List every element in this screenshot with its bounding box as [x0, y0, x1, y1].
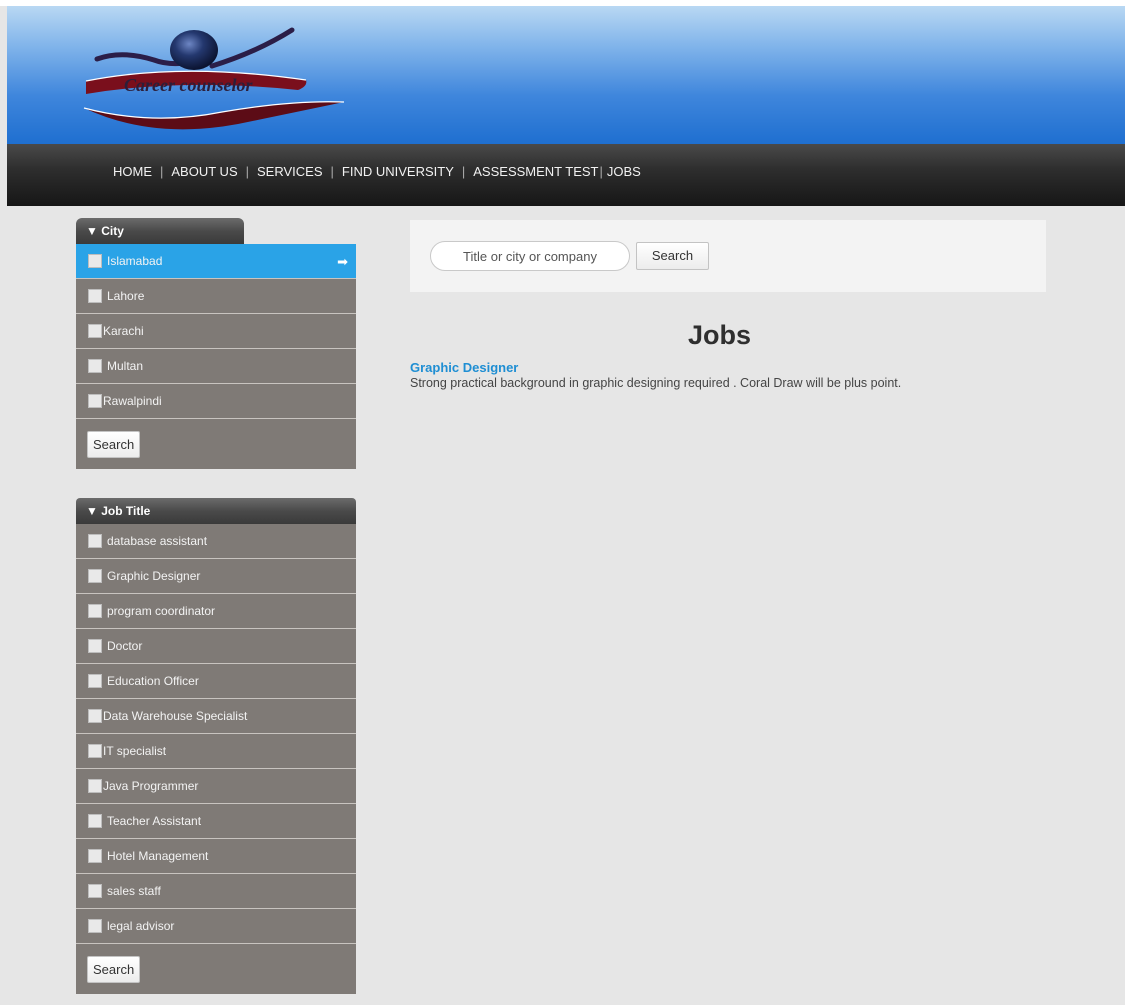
city-item-rawalpindi[interactable]: Rawalpindi [76, 384, 356, 419]
svg-text:Career counselor: Career counselor [124, 75, 254, 95]
checkbox[interactable] [88, 324, 102, 338]
nav-separator: | [461, 164, 466, 179]
job-title-link[interactable]: Graphic Designer [410, 360, 518, 375]
checkbox[interactable] [88, 884, 102, 898]
job-item-java-programmer[interactable]: Java Programmer [76, 769, 356, 804]
nav-item-about-us[interactable]: ABOUT US [171, 164, 237, 180]
page-title: Jobs [688, 320, 752, 350]
city-item-karachi[interactable]: Karachi [76, 314, 356, 349]
site-logo[interactable]: Career counselor [62, 14, 362, 142]
job-item-label: sales staff [107, 884, 161, 898]
job-search-input[interactable] [430, 241, 630, 271]
nav-item-services[interactable]: SERVICES [257, 164, 323, 180]
job-title-filter-header[interactable]: ▼ Job Title [76, 498, 356, 524]
checkbox[interactable] [88, 569, 102, 583]
job-item-label: IT specialist [103, 744, 167, 758]
city-item-label: Islamabad [107, 254, 163, 268]
job-item-legal-advisor[interactable]: legal advisor [76, 909, 356, 944]
job-title-search-button[interactable]: Search [87, 955, 141, 983]
nav-separator: | [245, 164, 249, 179]
site-header: Career counselor [7, 6, 1125, 144]
job-item-doctor[interactable]: Doctor [76, 629, 356, 664]
nav-separator: | [599, 164, 603, 179]
job-description: Strong practical background in graphic d… [410, 376, 902, 390]
city-filter-header[interactable]: ▼ City [76, 218, 244, 244]
job-item-it-specialist[interactable]: IT specialist [76, 734, 356, 769]
job-item-label: Doctor [107, 639, 143, 653]
checkbox[interactable] [88, 779, 102, 793]
job-item-label: Teacher Assistant [107, 814, 202, 828]
checkbox[interactable] [88, 394, 102, 408]
checkbox[interactable] [88, 709, 102, 723]
checkbox[interactable] [88, 674, 102, 688]
checkbox[interactable] [88, 744, 102, 758]
checkbox[interactable] [88, 919, 102, 933]
job-item-graphic-designer[interactable]: Graphic Designer [76, 559, 356, 594]
job-item-label: program coordinator [107, 604, 216, 618]
checkbox[interactable] [88, 254, 102, 268]
job-item-label: Java Programmer [103, 779, 199, 793]
checkbox[interactable] [88, 534, 102, 548]
job-item-label: Education Officer [107, 674, 199, 688]
checkbox[interactable] [88, 289, 102, 303]
nav-separator: | [160, 164, 164, 179]
nav-separator: | [330, 164, 334, 179]
city-item-label: Multan [107, 359, 144, 373]
city-item-lahore[interactable]: Lahore [76, 279, 356, 314]
checkbox[interactable] [88, 639, 102, 653]
checkbox[interactable] [88, 604, 102, 618]
job-item-label: Hotel Management [107, 849, 209, 863]
nav-item-jobs[interactable]: JOBS [607, 164, 641, 180]
job-item-label: legal advisor [107, 919, 175, 933]
city-search-button[interactable]: Search [87, 430, 141, 458]
checkbox[interactable] [88, 359, 102, 373]
city-item-multan[interactable]: Multan [76, 349, 356, 384]
job-item-database-assistant[interactable]: database assistant [76, 524, 356, 559]
city-item-label: Rawalpindi [103, 394, 162, 408]
nav-item-home[interactable]: HOME [113, 164, 152, 180]
job-item-label: database assistant [107, 534, 208, 548]
city-filter-list: Islamabad ➡ Lahore Karachi Multan Rawalp… [76, 244, 356, 469]
arrow-right-icon: ➡ [337, 254, 348, 269]
job-search-panel: Search [410, 220, 1046, 292]
city-item-label: Lahore [107, 289, 145, 303]
main-navigation: HOME | ABOUT US | SERVICES | FIND UNIVER… [7, 144, 1125, 206]
checkbox[interactable] [88, 814, 102, 828]
job-item-program-coordinator[interactable]: program coordinator [76, 594, 356, 629]
city-item-islamabad[interactable]: Islamabad ➡ [76, 244, 356, 279]
nav-item-find-university[interactable]: FIND UNIVERSITY [342, 164, 454, 180]
city-item-label: Karachi [103, 324, 144, 338]
job-item-teacher-assistant[interactable]: Teacher Assistant [76, 804, 356, 839]
job-item-label: Data Warehouse Specialist [103, 709, 248, 723]
job-title-search-row: Search [76, 944, 356, 994]
job-item-hotel-management[interactable]: Hotel Management [76, 839, 356, 874]
job-title-filter-list: database assistant Graphic Designer prog… [76, 524, 356, 994]
job-title-filter: ▼ Job Title database assistant Graphic D… [76, 498, 356, 994]
job-item-label: Graphic Designer [107, 569, 201, 583]
job-item-sales-staff[interactable]: sales staff [76, 874, 356, 909]
job-item-data-warehouse-specialist[interactable]: Data Warehouse Specialist [76, 699, 356, 734]
career-counselor-logo-icon: Career counselor [83, 27, 345, 130]
city-search-row: Search [76, 419, 356, 469]
job-item-education-officer[interactable]: Education Officer [76, 664, 356, 699]
nav-item-assessment-test[interactable]: ASSESSMENT TEST [473, 164, 598, 180]
checkbox[interactable] [88, 849, 102, 863]
city-filter: ▼ City Islamabad ➡ Lahore Karachi Multan… [76, 218, 356, 469]
job-search-button[interactable]: Search [636, 242, 709, 270]
